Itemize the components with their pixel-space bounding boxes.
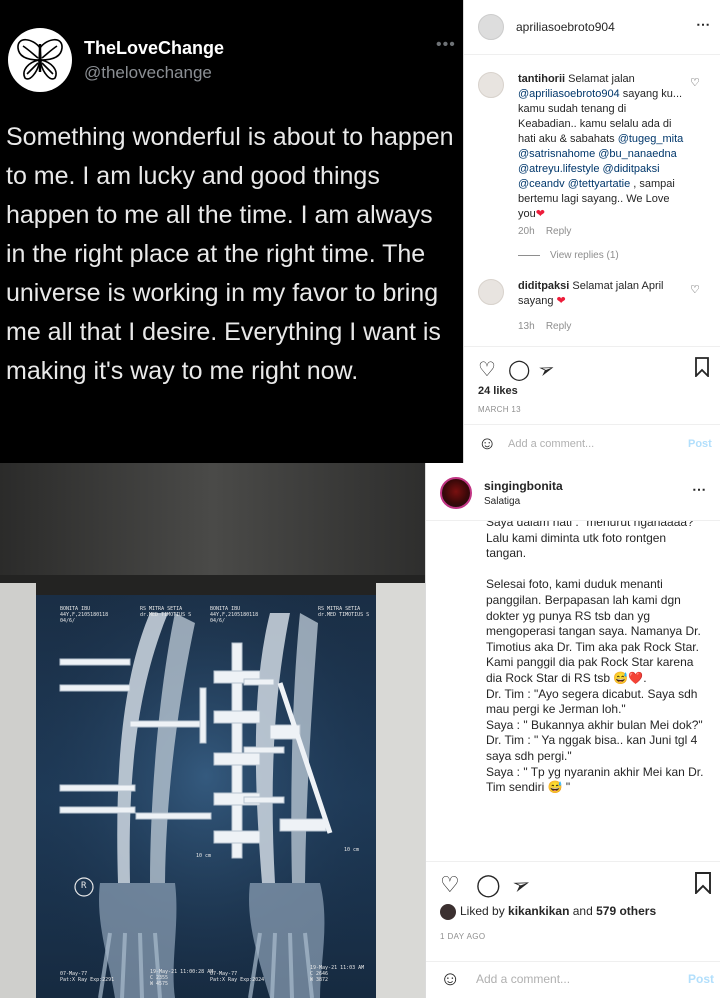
add-comment-bar: ☺ Add a comment... Post: [426, 961, 720, 998]
xray-photo: BONITA IBU 44Y,F,2105180118 04/6/ RS MIT…: [0, 463, 425, 998]
more-options-icon[interactable]: ⋯: [692, 481, 706, 498]
view-replies-link[interactable]: View replies (1): [518, 250, 619, 261]
tweet-text: Something wonderful is about to happen t…: [6, 123, 454, 385]
liked-by-and: and: [569, 904, 597, 919]
add-comment-input[interactable]: Add a comment...: [508, 438, 594, 450]
caption-text: Saya dalam hati : "menurut nganaaaa?" La…: [486, 521, 704, 795]
post-button[interactable]: Post: [688, 438, 712, 450]
ellipsis-icon[interactable]: •••: [436, 36, 456, 54]
bookmark-icon[interactable]: [694, 357, 710, 383]
reply-link[interactable]: Reply: [546, 226, 572, 237]
comment-body: Selamat jalan: [565, 73, 635, 85]
profile-avatar[interactable]: [8, 28, 72, 92]
side-marker: R: [81, 881, 87, 891]
avatar: [440, 904, 456, 920]
post-username[interactable]: apriliasoebroto904: [516, 20, 615, 34]
comment-username[interactable]: diditpaksi: [518, 280, 569, 292]
xray-label: RS MITRA SETIA dr.MED TIMOTIUS S: [140, 606, 192, 618]
view-replies-label: View replies (1): [550, 250, 619, 261]
post-username[interactable]: singingbonita: [484, 479, 563, 493]
xray-footer: 19-May-21 11:03 AM C 2646 W 3872: [310, 965, 365, 983]
post-button[interactable]: Post: [688, 972, 714, 986]
liked-by[interactable]: Liked by kikankikan and 579 others: [440, 904, 656, 920]
xray-image: [0, 463, 425, 998]
post-location[interactable]: Salatiga: [484, 496, 520, 507]
comment-icon[interactable]: ◯: [508, 357, 530, 382]
heart-emoji: ❤: [556, 295, 566, 307]
avatar[interactable]: [478, 14, 504, 40]
comment-time: 13h: [518, 321, 535, 332]
butterfly-icon: [17, 38, 63, 80]
xray-footer: 19-May-21 11:00:28 AM C 2355 W 4575: [150, 969, 214, 987]
xray-label: BONITA IBU 44Y,F,2105180118 04/6/: [210, 606, 259, 624]
bookmark-icon[interactable]: [694, 872, 712, 900]
like-comment-icon[interactable]: ♡: [690, 76, 700, 91]
avatar[interactable]: [478, 279, 504, 305]
avatar[interactable]: [440, 477, 472, 509]
heart-icon[interactable]: ♡: [440, 872, 460, 898]
heart-emoji: ❤: [535, 208, 545, 220]
share-icon[interactable]: ➢: [508, 870, 534, 901]
post-header: singingbonita Salatiga ⋯: [426, 463, 720, 521]
post-actions: ♡ ◯ ➢ 24 likes MARCH 13: [464, 346, 720, 430]
xray-footer: 07-May-77 Pat:X Ray Exp:2024: [210, 971, 265, 983]
like-comment-icon[interactable]: ♡: [690, 283, 700, 298]
instagram-post-comments: apriliasoebroto904 ⋯ tantihorii Selamat …: [463, 0, 720, 463]
emoji-icon[interactable]: ☺: [478, 433, 496, 454]
liked-by-prefix: Liked by: [460, 904, 509, 919]
instagram-post-caption: singingbonita Salatiga ⋯ Saya dalam hati…: [425, 463, 720, 998]
post-header: apriliasoebroto904 ⋯: [464, 0, 720, 55]
tweet-card: TheLoveChange @thelovechange ••• Somethi…: [0, 0, 463, 463]
avatar[interactable]: [478, 72, 504, 98]
liked-by-others[interactable]: 579 others: [596, 904, 656, 918]
comment-icon[interactable]: ◯: [476, 872, 501, 898]
comment-username[interactable]: tantihorii: [518, 73, 565, 85]
xray-label: BONITA IBU 44Y,F,2105180118 04/6/: [60, 606, 109, 624]
comment-text: diditpaksi Selamat jalan April sayang ❤: [518, 279, 688, 309]
emoji-icon[interactable]: ☺: [440, 968, 460, 991]
scale-label: 10 cm: [196, 853, 212, 859]
share-icon[interactable]: ➢: [534, 355, 558, 384]
reply-link[interactable]: Reply: [546, 321, 572, 332]
post-actions: ♡ ◯ ➢ Liked by kikankikan and 579 others…: [426, 861, 720, 961]
comment-time: 20h: [518, 226, 535, 237]
comment-text: tantihorii Selamat jalan @apriliasoebrot…: [518, 72, 688, 222]
tweet-author-handle[interactable]: @thelovechange: [84, 63, 212, 83]
scale-label: 10 cm: [344, 847, 360, 853]
xray-footer: 07-May-77 Pat:X Ray Exp:2291: [60, 971, 115, 983]
likes-count[interactable]: 24 likes: [478, 385, 518, 397]
xray-label: RS MITRA SETIA dr.MED TIMOTIUS S: [318, 606, 370, 618]
liked-by-user[interactable]: kikankikan: [508, 904, 569, 918]
tweet-author-name[interactable]: TheLoveChange: [84, 38, 224, 59]
add-comment-bar: ☺ Add a comment... Post: [464, 424, 720, 463]
post-date: MARCH 13: [478, 405, 521, 414]
add-comment-input[interactable]: Add a comment...: [476, 972, 570, 986]
heart-icon[interactable]: ♡: [478, 357, 496, 382]
comment-meta: 13h Reply: [518, 319, 571, 334]
comment-meta: 20h Reply: [518, 224, 571, 239]
caption-scroll-area[interactable]: Saya dalam hati : "menurut nganaaaa?" La…: [486, 521, 706, 861]
post-date: 1 DAY AGO: [440, 932, 486, 941]
mention-link[interactable]: @apriliasoebroto904: [518, 88, 620, 100]
more-options-icon[interactable]: ⋯: [696, 16, 710, 33]
